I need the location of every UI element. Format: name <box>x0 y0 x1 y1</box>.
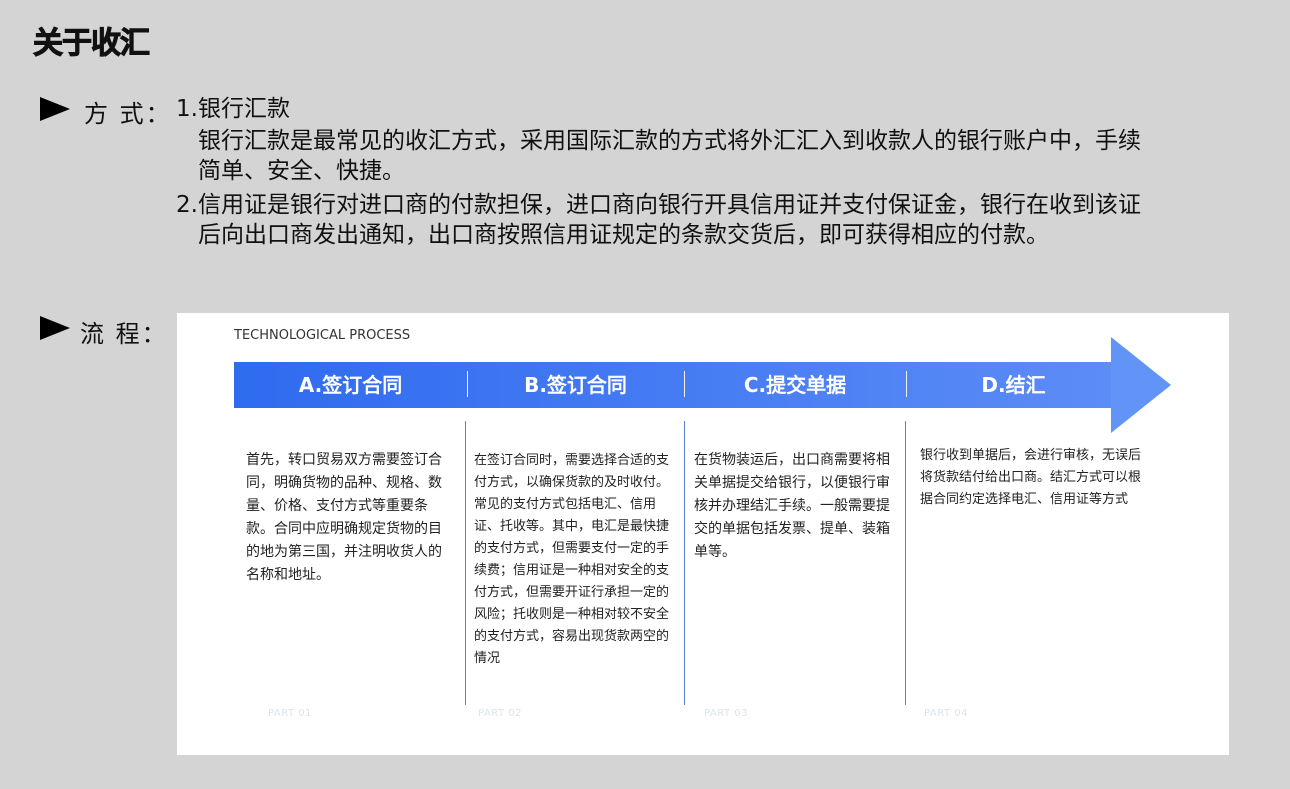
method-item1-line1: 银行汇款是最常见的收汇方式，采用国际汇款的方式将外汇汇入到收款人的银行账户中，手… <box>198 128 1141 154</box>
column-divider <box>465 421 466 705</box>
method-item1-line2: 简单、安全、快捷。 <box>198 158 405 184</box>
process-label: 流 程： <box>80 320 168 348</box>
part-label: PART 04 <box>924 708 968 719</box>
process-diagram: TECHNOLOGICAL PROCESS A.签订合同 B.签订合同 C.提交… <box>177 313 1229 755</box>
step-desc-a: 首先，转口贸易双方需要签订合同，明确货物的品种、规格、数量、价格、支付方式等重要… <box>246 452 442 583</box>
column-divider <box>905 421 906 705</box>
page-title: 关于收汇 <box>33 26 151 62</box>
step-title-c: C.提交单据 <box>743 373 847 397</box>
method-label: 方 式： <box>84 100 172 128</box>
part-label: PART 02 <box>478 708 522 719</box>
step-title-b: B.签订合同 <box>524 373 627 397</box>
part-label: PART 01 <box>268 708 312 719</box>
process-caption: TECHNOLOGICAL PROCESS <box>234 328 411 343</box>
method-item2-line1: 2.信用证是银行对进口商的付款担保，进口商向银行开具信用证并支付保证金，银行在收… <box>176 192 1141 218</box>
part-label: PART 03 <box>704 708 748 719</box>
step-title-d: D.结汇 <box>981 373 1046 397</box>
step-title-a: A.签订合同 <box>298 373 403 397</box>
method-item1-title: 1.银行汇款 <box>176 96 290 122</box>
step-desc-b: 在签订合同时，需要选择合适的支付方式，以确保货款的及时收付。常见的支付方式包括电… <box>474 453 670 666</box>
step-desc-d: 银行收到单据后，会进行审核，无误后将货款结付给出口商。结汇方式可以根据合同约定选… <box>920 448 1142 507</box>
arrow-right-icon <box>40 316 70 340</box>
arrow-right-icon <box>40 97 70 121</box>
column-divider <box>684 421 685 705</box>
method-item2-line2: 后向出口商发出通知，出口商按照信用证规定的条款交货后，即可获得相应的付款。 <box>198 222 1049 248</box>
step-desc-c: 在货物装运后，出口商需要将相关单据提交给银行，以便银行审核并办理结汇手续。一般需… <box>694 452 890 560</box>
